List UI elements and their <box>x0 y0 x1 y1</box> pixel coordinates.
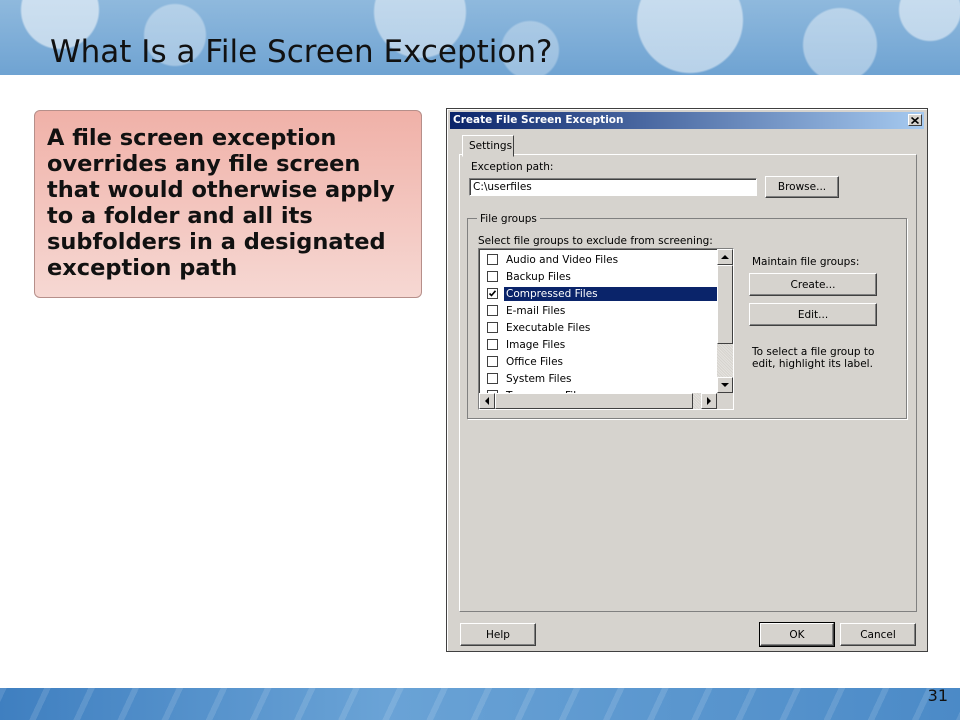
file-group-checkbox[interactable] <box>487 322 498 333</box>
file-group-checkbox[interactable] <box>487 254 498 265</box>
exception-path-label: Exception path: <box>471 161 554 173</box>
browse-button[interactable]: Browse... <box>765 176 839 198</box>
file-group-checkbox[interactable] <box>487 356 498 367</box>
ok-button[interactable]: OK <box>759 622 835 647</box>
arrow-down-icon <box>721 383 729 387</box>
file-groups-legend: File groups <box>477 213 540 225</box>
file-group-label: Image Files <box>506 338 566 351</box>
exception-path-value: C:\userfiles <box>473 181 532 193</box>
dialog-titlebar: Create File Screen Exception <box>450 112 924 129</box>
scrollbar-corner <box>717 393 733 409</box>
file-group-checkbox[interactable] <box>487 288 498 299</box>
vertical-scroll-thumb[interactable] <box>717 265 733 344</box>
checkmark-icon <box>488 290 497 297</box>
file-group-checkbox[interactable] <box>487 339 498 350</box>
file-group-label: Compressed Files <box>504 286 717 301</box>
horizontal-scroll-thumb[interactable] <box>495 393 693 409</box>
file-group-label: Executable Files <box>506 321 591 334</box>
list-item[interactable]: E-mail Files <box>481 302 717 319</box>
file-group-label: System Files <box>506 372 572 385</box>
slide-title: What Is a File Screen Exception? <box>50 34 553 70</box>
file-group-label: E-mail Files <box>506 304 566 317</box>
cancel-button[interactable]: Cancel <box>840 623 916 646</box>
close-icon <box>911 116 919 124</box>
list-item[interactable]: Backup Files <box>481 268 717 285</box>
slide-footer-band <box>0 688 960 720</box>
list-item[interactable]: Audio and Video Files <box>481 251 717 268</box>
file-group-checkbox[interactable] <box>487 373 498 384</box>
help-button[interactable]: Help <box>460 623 536 646</box>
list-item[interactable]: Office Files <box>481 353 717 370</box>
list-item[interactable]: System Files <box>481 370 717 387</box>
arrow-right-icon <box>707 397 711 405</box>
exception-path-input[interactable]: C:\userfiles <box>469 178 757 196</box>
file-group-label: Audio and Video Files <box>506 253 619 266</box>
file-group-label: Backup Files <box>506 270 571 283</box>
list-item[interactable]: Image Files <box>481 336 717 353</box>
callout-box: A file screen exception overrides any fi… <box>34 110 422 298</box>
file-groups-list: Audio and Video Files Backup Files Compres… <box>481 251 717 393</box>
select-file-groups-label: Select file groups to exclude from scree… <box>478 235 713 247</box>
list-item[interactable]: Executable Files <box>481 319 717 336</box>
close-button[interactable] <box>908 114 922 126</box>
arrow-left-icon <box>485 397 489 405</box>
list-item[interactable]: Compressed Files <box>481 285 717 302</box>
scroll-up-button[interactable] <box>717 249 733 265</box>
arrow-up-icon <box>721 255 729 259</box>
create-file-group-button[interactable]: Create... <box>749 273 877 296</box>
edit-file-group-button[interactable]: Edit... <box>749 303 877 326</box>
page-number: 31 <box>927 686 948 705</box>
file-group-checkbox[interactable] <box>487 271 498 282</box>
file-group-label: Office Files <box>506 355 564 368</box>
vertical-scrollbar[interactable] <box>717 249 733 393</box>
file-groups-listbox[interactable]: Audio and Video Files Backup Files Compres… <box>478 248 734 410</box>
dialog-title: Create File Screen Exception <box>453 114 624 126</box>
maintain-file-groups-label: Maintain file groups: <box>752 256 860 268</box>
tab-settings-label: Settings <box>469 140 513 152</box>
create-file-screen-exception-dialog: Create File Screen Exception Settings Ex… <box>446 108 928 652</box>
horizontal-scrollbar[interactable] <box>479 393 717 409</box>
scroll-left-button[interactable] <box>479 393 495 409</box>
tab-settings[interactable]: Settings <box>462 135 514 157</box>
callout-text: A file screen exception overrides any fi… <box>47 125 395 281</box>
scroll-down-button[interactable] <box>717 377 733 393</box>
file-group-checkbox[interactable] <box>487 305 498 316</box>
scroll-right-button[interactable] <box>701 393 717 409</box>
edit-hint-text: To select a file group to edit, highligh… <box>752 346 875 370</box>
